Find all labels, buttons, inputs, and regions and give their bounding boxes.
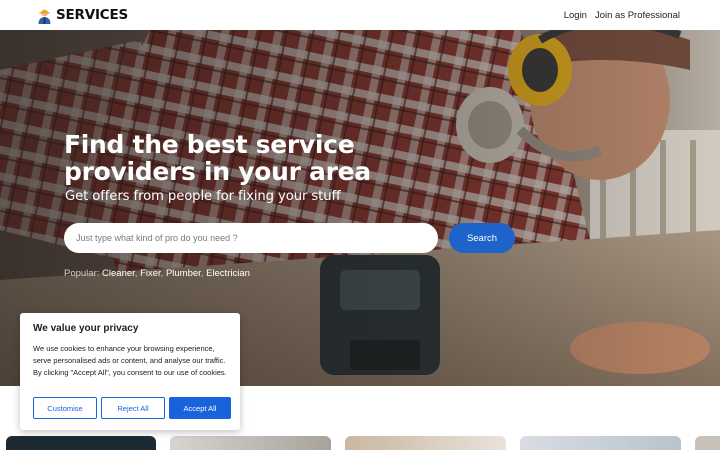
popular-link-cleaner[interactable]: Cleaner [102, 268, 135, 279]
site-header: SERVICES Login Join as Professional [0, 0, 720, 30]
worker-icon [38, 9, 51, 24]
cookie-text: We use cookies to enhance your browsing … [33, 344, 227, 377]
service-card[interactable] [170, 436, 331, 450]
hero-title-line2: providers in your area [64, 157, 371, 186]
service-card[interactable] [695, 436, 720, 450]
service-card[interactable] [345, 436, 506, 450]
hero-title: Find the best service providers in your … [64, 131, 394, 185]
cookie-consent-banner: We value your privacy We use cookies to … [20, 313, 240, 430]
popular-label: Popular: [64, 268, 100, 279]
service-cards-row [0, 436, 720, 450]
join-as-professional-link[interactable]: Join as Professional [595, 10, 680, 21]
hero-title-line1: Find the best service [64, 130, 355, 159]
logo[interactable]: SERVICES [36, 7, 128, 24]
page: SERVICES Login Join as Professional Find… [0, 0, 720, 450]
popular-link-fixer[interactable]: Fixer [140, 268, 161, 279]
login-link[interactable]: Login [564, 10, 587, 21]
logo-text: SERVICES [56, 7, 129, 23]
hero-subtitle: Get offers from people for fixing your s… [65, 189, 341, 204]
customise-button[interactable]: Customise [33, 397, 97, 419]
cookie-title: We value your privacy [33, 323, 139, 334]
top-nav: Login Join as Professional [564, 10, 680, 21]
service-card[interactable] [6, 436, 156, 450]
search-input[interactable] [64, 223, 438, 253]
reject-all-button[interactable]: Reject All [101, 397, 165, 419]
accept-all-button[interactable]: Accept All [169, 397, 231, 419]
popular-link-plumber[interactable]: Plumber [166, 268, 201, 279]
popular-searches: Popular: Cleaner, Fixer, Plumber, Electr… [64, 268, 250, 279]
service-card[interactable] [520, 436, 681, 450]
cookie-buttons: Customise Reject All Accept All [33, 397, 231, 419]
search-button[interactable]: Search [449, 223, 515, 253]
popular-link-electrician[interactable]: Electrician [206, 268, 250, 279]
